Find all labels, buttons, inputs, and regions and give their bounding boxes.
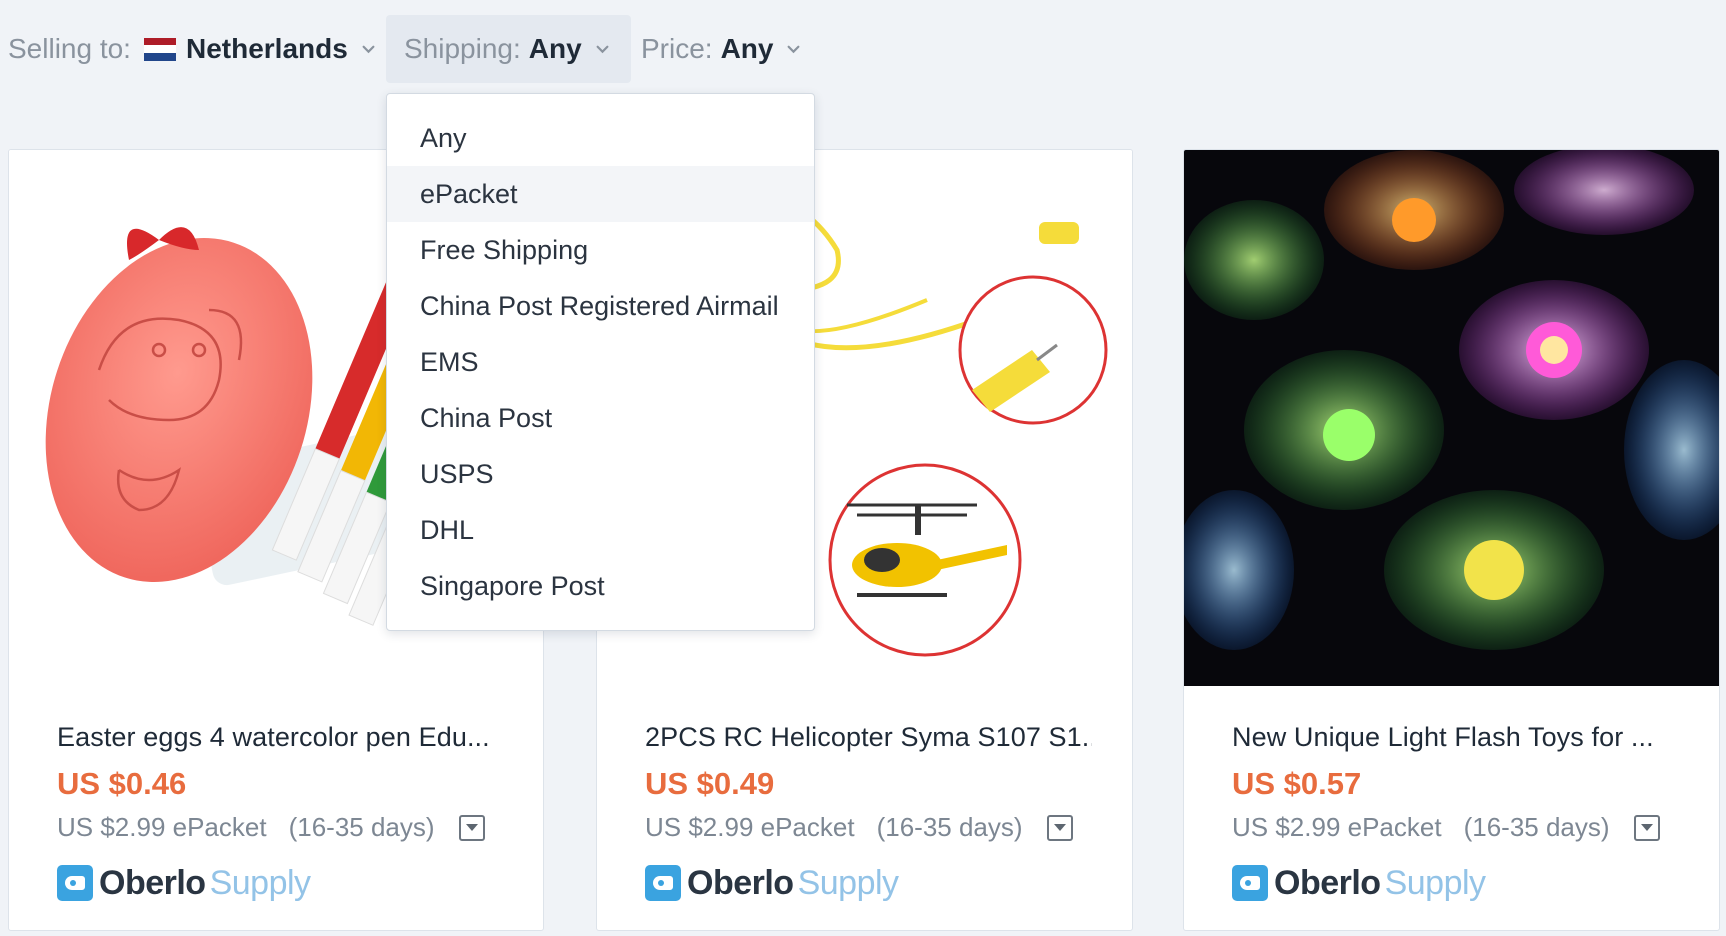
shipping-option[interactable]: ePacket [387,166,814,222]
shipping-option[interactable]: USPS [387,446,814,502]
product-title[interactable]: 2PCS RC Helicopter Syma S107 S1... [645,722,1092,753]
price-filter-value: Any [720,33,774,64]
netherlands-flag-icon [143,37,176,61]
filter-bar: Selling to: Netherlands Shipping: Any Pr… [0,15,1726,83]
shipping-option[interactable]: Singapore Post [387,558,814,614]
shipping-dropdown-menu: Any ePacket Free Shipping China Post Reg… [386,93,815,631]
product-info: 2PCS RC Helicopter Syma S107 S1... US $0… [645,722,1092,903]
shipping-option[interactable]: EMS [387,334,814,390]
oberlo-icon [57,865,93,901]
shipping-days: (16-35 days) [876,812,1023,842]
shipping-option[interactable]: China Post Registered Airmail [387,278,814,334]
shipping-option[interactable]: Free Shipping [387,222,814,278]
shipping-options-dropdown-icon[interactable] [1633,814,1660,841]
brand-part-1: Oberlo [687,863,794,902]
country-filter-value: Netherlands [185,33,348,64]
shipping-option[interactable]: China Post [387,390,814,446]
shipping-filter-label: Shipping: [404,33,521,64]
chevron-down-icon [788,45,800,53]
price-filter[interactable]: Price: Any [641,15,800,83]
product-price: US $0.49 [645,766,775,801]
product-info: New Unique Light Flash Toys for ... US $… [1232,722,1679,903]
shipping-info: US $2.99 ePacket (16-35 days) [645,812,1092,843]
oberlo-supply-logo: Oberlo Supply [1232,863,1679,903]
product-info: Easter eggs 4 watercolor pen Edu... US $… [57,722,503,903]
product-title[interactable]: Easter eggs 4 watercolor pen Edu... [57,722,503,753]
product-title[interactable]: New Unique Light Flash Toys for ... [1232,722,1679,753]
oberlo-icon [1232,865,1268,901]
shipping-filter-value: Any [528,33,582,64]
chevron-down-icon [596,45,609,53]
shipping-days: (16-35 days) [1463,812,1610,842]
shipping-info: US $2.99 ePacket (16-35 days) [57,812,503,843]
shipping-cost: US $2.99 ePacket [1232,812,1442,842]
oberlo-supply-logo: Oberlo Supply [645,863,1092,903]
country-filter[interactable]: Selling to: Netherlands [8,15,375,83]
brand-part-1: Oberlo [1274,863,1381,902]
chevron-down-icon [362,45,375,53]
shipping-cost: US $2.99 ePacket [57,812,267,842]
brand-part-2: Supply [797,863,899,902]
brand-part-2: Supply [1384,863,1486,902]
country-filter-label: Selling to: [8,33,131,64]
oberlo-icon [645,865,681,901]
shipping-option[interactable]: Any [387,110,814,166]
product-card[interactable]: New Unique Light Flash Toys for ... US $… [1183,149,1720,931]
shipping-days: (16-35 days) [288,812,435,842]
product-price: US $0.57 [1232,766,1362,801]
price-filter-label: Price: [641,33,713,64]
brand-part-1: Oberlo [99,863,206,902]
shipping-filter[interactable]: Shipping: Any [386,15,631,83]
shipping-options-dropdown-icon[interactable] [458,814,485,841]
led-bracelets-illustration [1184,150,1719,686]
product-price: US $0.46 [57,766,187,801]
shipping-options-dropdown-icon[interactable] [1046,814,1073,841]
oberlo-supply-logo: Oberlo Supply [57,863,503,903]
brand-part-2: Supply [209,863,311,902]
shipping-info: US $2.99 ePacket (16-35 days) [1232,812,1679,843]
product-image-led-bracelets[interactable] [1184,150,1719,686]
shipping-option[interactable]: DHL [387,502,814,558]
shipping-cost: US $2.99 ePacket [645,812,855,842]
